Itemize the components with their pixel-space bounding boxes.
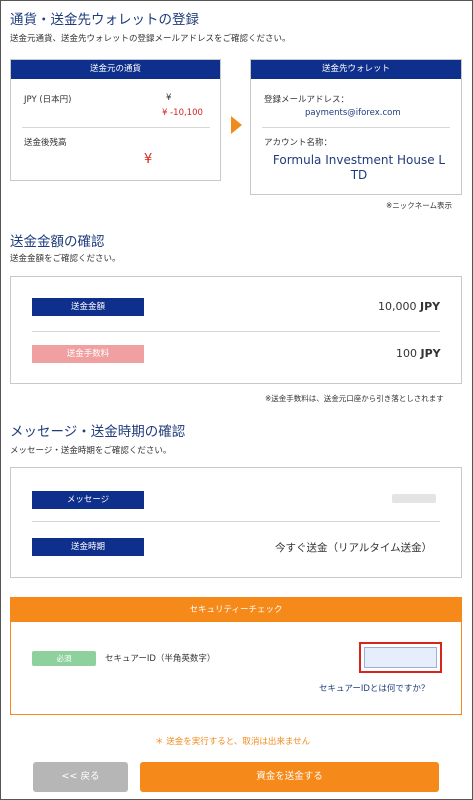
source-card-header: 送金元の通貨 <box>11 60 220 79</box>
message-section-subtitle: メッセージ・送金時期をご確認ください。 <box>10 446 172 456</box>
nickname-note: ※ニックネーム表示 <box>386 201 453 210</box>
send-funds-button[interactable]: 資金を送金する <box>140 762 439 792</box>
message-value <box>392 494 436 503</box>
arrow-right-icon <box>231 116 242 134</box>
email-value: payments@iforex.com <box>305 108 401 118</box>
page-title: 通貨・送金先ウォレットの登録 <box>10 12 199 28</box>
secure-id-help-link[interactable]: セキュアーIDとは何ですか？ <box>319 682 429 694</box>
page-subtitle: 送金元通貨、送金先ウォレットの登録メールアドレスをご確認ください。 <box>10 34 291 44</box>
irreversible-warning: ＊ 送金を実行すると、取消は出来ません <box>155 737 311 747</box>
amount-value: 10,000 JPY <box>378 300 441 313</box>
balance-value: ¥ <box>144 152 153 167</box>
message-card <box>10 467 462 578</box>
amount-section-title: 送金金額の確認 <box>10 234 105 250</box>
security-header: セキュリティーチェック <box>11 598 461 622</box>
source-currency-card: 送金元の通貨 <box>10 59 221 181</box>
message-tag: メッセージ <box>32 491 144 509</box>
secure-id-input-highlight <box>359 642 442 673</box>
transfer-amount-value: ¥ -10,100 <box>162 108 203 118</box>
dest-card-header: 送金先ウォレット <box>251 60 461 79</box>
fee-tag: 送金手数料 <box>32 345 144 363</box>
dest-card-divider <box>262 127 450 128</box>
currency-symbol: ¥ <box>166 93 172 103</box>
fee-note: ※送金手数料は、送金元口座から引き落としされます <box>265 394 444 403</box>
back-button[interactable]: << 戻る <box>33 762 128 792</box>
fee-value: 100 JPY <box>396 347 441 360</box>
currency-label: JPY (日本円) <box>24 95 72 105</box>
amount-divider <box>32 331 440 332</box>
account-label: アカウント名称： <box>264 138 333 148</box>
account-value-line2: TD <box>350 168 368 182</box>
timing-value: 今すぐ送金（リアルタイム送金） <box>275 542 433 554</box>
message-divider <box>32 521 440 522</box>
timing-tag: 送金時期 <box>32 538 144 556</box>
amount-card <box>10 276 462 384</box>
source-card-divider <box>22 127 210 128</box>
account-value-line1: Formula Investment House L <box>272 153 446 167</box>
secure-id-input[interactable] <box>364 647 437 668</box>
message-section-title: メッセージ・送金時期の確認 <box>10 424 186 440</box>
balance-label: 送金後残高 <box>24 138 67 148</box>
secure-id-label: セキュアーID（半角英数字） <box>105 654 216 664</box>
amount-tag: 送金金額 <box>32 298 144 316</box>
email-label: 登録メールアドレス： <box>264 95 350 105</box>
amount-section-subtitle: 送金金額をご確認ください。 <box>10 254 121 264</box>
required-badge: 必須 <box>32 651 96 666</box>
